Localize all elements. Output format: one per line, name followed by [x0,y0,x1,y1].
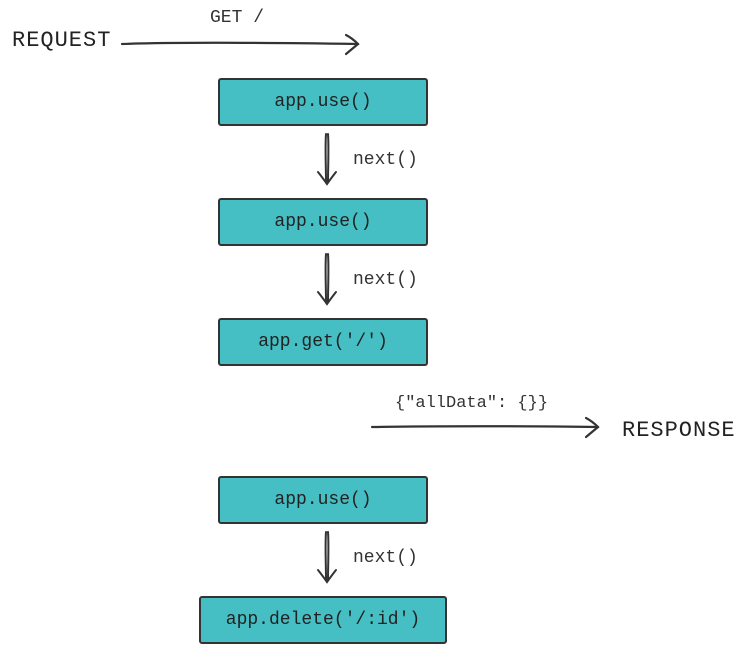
middleware-box-3: app.use() [218,476,428,524]
down-arrow-icon [314,132,344,190]
request-arrow-icon [120,32,370,62]
next-label-2: next() [353,270,418,290]
down-arrow-icon [314,252,344,310]
down-arrow-icon [314,530,344,588]
response-arrow-icon [370,415,610,445]
box-label: app.get('/') [258,332,388,352]
box-label: app.use() [274,92,371,112]
request-label: REQUEST [12,28,111,53]
route-box-get: app.get('/') [218,318,428,366]
middleware-box-2: app.use() [218,198,428,246]
box-label: app.delete('/:id') [226,610,420,630]
response-label: RESPONSE [622,418,736,443]
box-label: app.use() [274,212,371,232]
request-arrow-label: GET / [210,8,264,28]
route-box-delete: app.delete('/:id') [199,596,447,644]
middleware-box-1: app.use() [218,78,428,126]
next-label-3: next() [353,548,418,568]
box-label: app.use() [274,490,371,510]
response-arrow-label: {"allData": {}} [395,394,548,413]
next-label-1: next() [353,150,418,170]
